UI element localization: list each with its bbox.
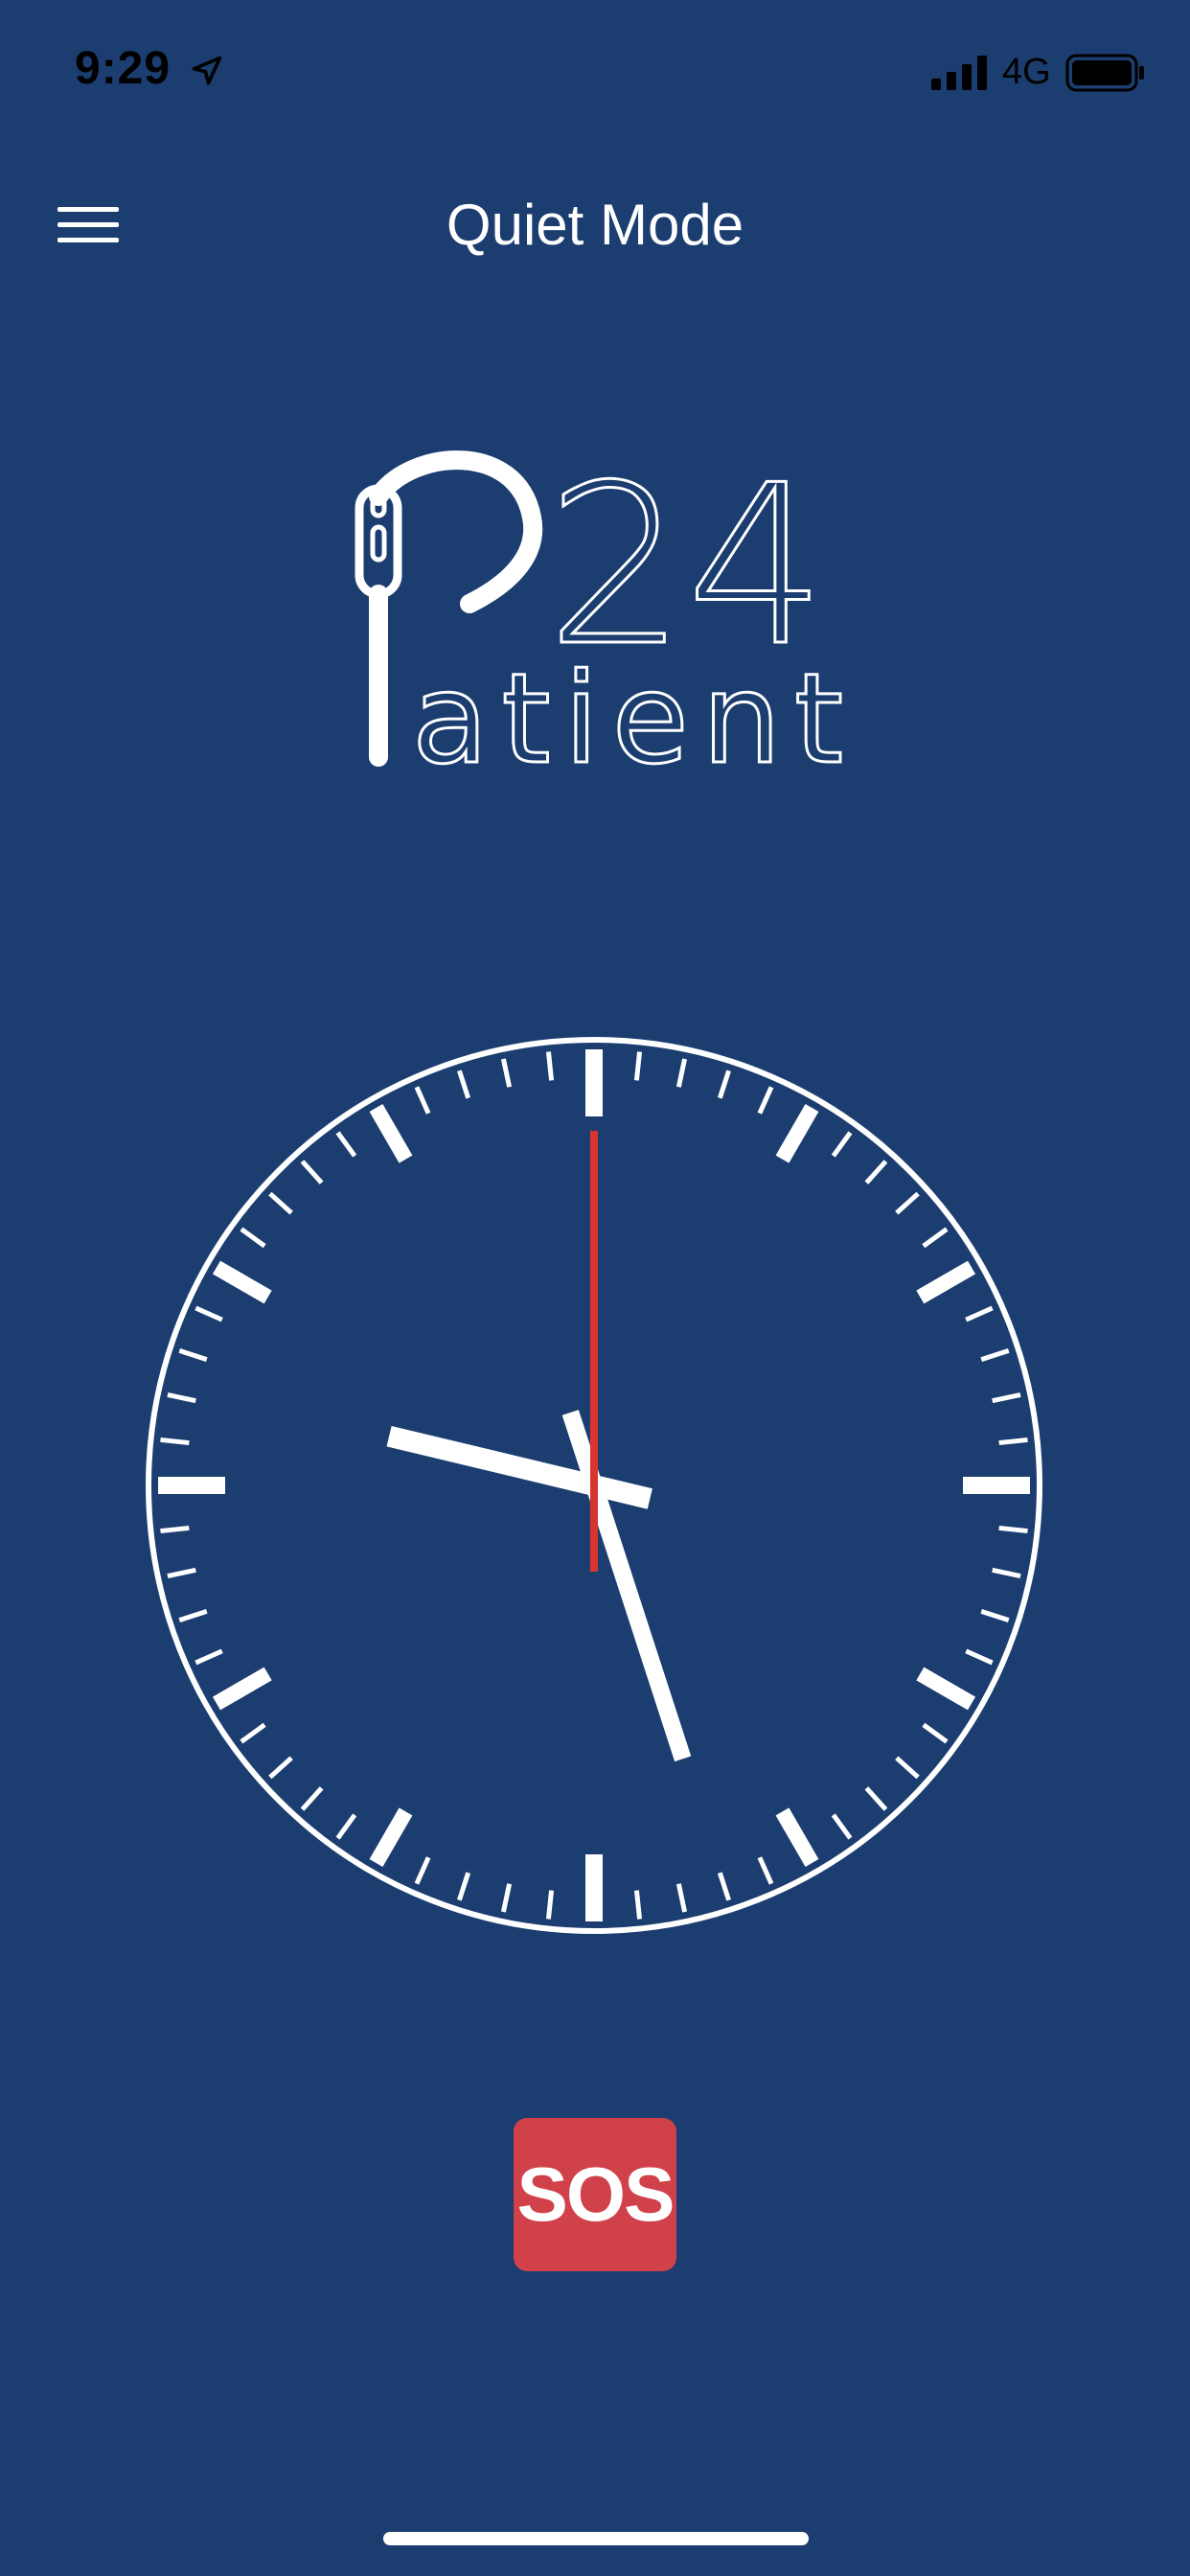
- clock-hour-tick: [212, 1260, 272, 1304]
- clock-hour-tick: [369, 1103, 413, 1163]
- clock-minute-tick: [167, 1567, 196, 1579]
- clock-minute-tick: [717, 1872, 731, 1901]
- clock-minute-tick: [980, 1348, 1010, 1363]
- clock-minute-tick: [757, 1086, 774, 1115]
- clock-minute-tick: [717, 1070, 731, 1099]
- clock-minute-tick: [195, 1305, 223, 1322]
- clock-minute-tick: [922, 1227, 949, 1249]
- clock-hour-hand: [386, 1425, 652, 1509]
- cellular-signal-icon: [931, 56, 987, 90]
- clock-minute-tick: [992, 1567, 1021, 1579]
- clock-hour-tick: [775, 1103, 819, 1163]
- clock-minute-tick: [831, 1131, 853, 1158]
- clock-minute-tick: [545, 1051, 555, 1081]
- clock-minute-tick: [757, 1856, 774, 1885]
- clock-minute-tick: [895, 1756, 920, 1780]
- clock-minute-tick: [864, 1160, 888, 1184]
- patient24-logo: 24 atient: [355, 441, 843, 776]
- clock-minute-tick: [240, 1227, 266, 1249]
- clock-minute-tick: [300, 1160, 324, 1184]
- clock-minute-tick: [167, 1392, 196, 1404]
- home-indicator[interactable]: [383, 2532, 809, 2545]
- analog-clock: [146, 1037, 1042, 1934]
- clock-minute-tick: [992, 1392, 1021, 1404]
- clock-minute-tick: [965, 1648, 994, 1666]
- clock-minute-tick: [335, 1813, 357, 1840]
- network-type-label: 4G: [1002, 52, 1051, 92]
- clock-minute-tick: [414, 1856, 431, 1885]
- location-arrow-icon: [192, 56, 222, 85]
- clock-hour-tick: [775, 1807, 819, 1868]
- clock-minute-tick: [178, 1348, 208, 1363]
- clock-minute-tick: [895, 1191, 920, 1215]
- clock-minute-tick: [675, 1883, 688, 1913]
- clock-minute-tick: [545, 1890, 555, 1920]
- clock-minute-tick: [240, 1722, 266, 1744]
- clock-minute-tick: [457, 1872, 471, 1901]
- logo-word: atient: [412, 646, 843, 776]
- status-bar: 9:29 4G: [0, 0, 1190, 144]
- clock-minute-tick: [633, 1890, 643, 1920]
- clock-minute-tick: [864, 1786, 888, 1811]
- clock-minute-tick: [195, 1648, 223, 1666]
- sos-button[interactable]: SOS: [514, 2118, 676, 2271]
- page-title: Quiet Mode: [446, 193, 744, 257]
- clock-minute-tick: [457, 1070, 471, 1099]
- clock-minute-tick: [178, 1608, 208, 1622]
- clock-hour-tick: [212, 1667, 272, 1711]
- clock-minute-tick: [160, 1525, 190, 1534]
- clock-minute-tick: [831, 1813, 853, 1840]
- clock-hour-tick: [916, 1260, 976, 1304]
- clock-minute-hand: [561, 1410, 692, 1762]
- clock-minute-tick: [998, 1437, 1028, 1446]
- clock-minute-tick: [675, 1058, 688, 1088]
- clock-minute-tick: [980, 1608, 1010, 1622]
- battery-icon: [1065, 54, 1144, 92]
- status-time: 9:29: [75, 43, 172, 94]
- clock-minute-tick: [500, 1883, 513, 1913]
- clock-minute-tick: [300, 1786, 324, 1811]
- clock-minute-tick: [500, 1058, 513, 1088]
- clock-minute-tick: [965, 1305, 994, 1322]
- clock-minute-tick: [922, 1722, 949, 1744]
- clock-minute-tick: [633, 1051, 643, 1081]
- clock-minute-tick: [160, 1437, 190, 1446]
- clock-minute-tick: [268, 1756, 293, 1780]
- clock-minute-tick: [335, 1131, 357, 1158]
- clock-hour-tick: [369, 1807, 413, 1868]
- clock-minute-tick: [268, 1191, 293, 1215]
- clock-minute-tick: [998, 1525, 1028, 1534]
- clock-minute-tick: [414, 1086, 431, 1115]
- clock-hour-tick: [916, 1667, 976, 1711]
